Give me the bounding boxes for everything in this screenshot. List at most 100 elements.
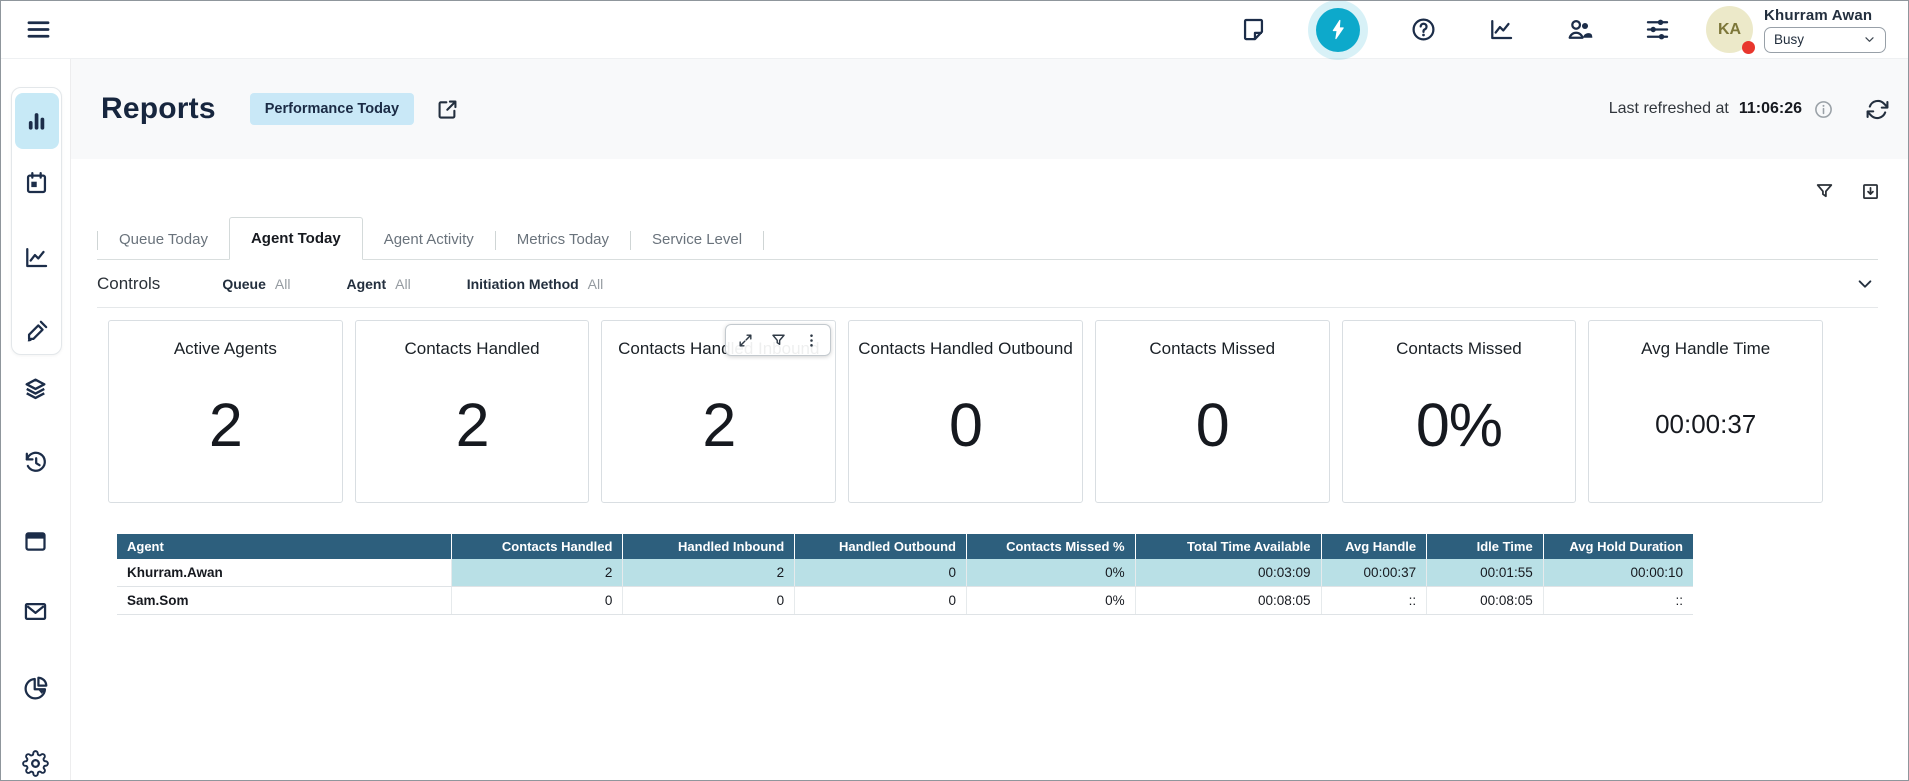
bolt-button[interactable] <box>1316 8 1360 52</box>
note-button[interactable] <box>1238 15 1268 45</box>
kpi-hover-toolbar <box>725 324 831 356</box>
line-chart-icon <box>1488 16 1515 43</box>
kpi-card-4[interactable]: Contacts Missed 0 <box>1095 320 1330 503</box>
filter-agent[interactable]: Agent All <box>346 276 410 292</box>
refresh-button[interactable] <box>1862 94 1892 124</box>
gear-icon <box>22 750 49 777</box>
menu-button[interactable] <box>23 15 53 45</box>
kpi-expand-button[interactable] <box>736 331 754 349</box>
filter-icon <box>1814 181 1835 202</box>
kpi-card-5[interactable]: Contacts Missed 0% <box>1342 320 1577 503</box>
kpi-value: 0 <box>849 359 1082 502</box>
column-header[interactable]: Agent <box>117 534 451 559</box>
metric-cell: 00:08:05 <box>1135 587 1321 615</box>
help-button[interactable] <box>1408 15 1438 45</box>
line-chart-button[interactable] <box>1486 15 1516 45</box>
column-header[interactable]: Handled Outbound <box>795 534 967 559</box>
metric-cell: 0 <box>623 587 795 615</box>
metric-cell: 0 <box>451 587 623 615</box>
kpi-card-1[interactable]: Contacts Handled 2 <box>355 320 590 503</box>
kpi-card-3[interactable]: Contacts Handled Outbound 0 <box>848 320 1083 503</box>
column-header[interactable]: Handled Inbound <box>623 534 795 559</box>
mail-icon <box>22 598 49 625</box>
dashboard-badge: Performance Today <box>250 93 414 125</box>
sidebar-item-calendar[interactable] <box>15 161 59 205</box>
sidebar-item-history[interactable] <box>14 440 58 484</box>
controls-collapse-button[interactable] <box>1852 271 1878 297</box>
kpi-filter-button[interactable] <box>769 331 787 349</box>
metric-cell: 2 <box>623 559 795 587</box>
controls-title: Controls <box>97 274 160 294</box>
sliders-button[interactable] <box>1642 15 1672 45</box>
chevron-down-icon <box>1855 274 1875 294</box>
topbar-actions: KA Khurram Awan Busy <box>1238 6 1886 53</box>
sidebar-item-layers[interactable] <box>14 366 58 410</box>
table-header-row: AgentContacts HandledHandled InboundHand… <box>117 534 1693 559</box>
metric-cell: :: <box>1321 587 1427 615</box>
page-header: Reports Performance Today Last refreshed… <box>71 59 1908 159</box>
sidebar-item-gear[interactable] <box>14 741 58 781</box>
sidebar-item-pie-chart[interactable] <box>14 666 58 710</box>
download-icon <box>1860 181 1881 202</box>
column-header[interactable]: Contacts Handled <box>451 534 623 559</box>
user-name: Khurram Awan <box>1764 7 1886 24</box>
kpi-title: Contacts Handled <box>356 339 589 359</box>
avatar[interactable]: KA <box>1706 6 1753 53</box>
calendar-icon <box>23 170 50 197</box>
status-value: Busy <box>1774 32 1804 47</box>
kpi-kebab-button[interactable] <box>802 331 820 349</box>
kpi-title: Avg Handle Time <box>1589 339 1822 359</box>
filter-icon <box>770 332 787 349</box>
tab-agent-activity[interactable]: Agent Activity <box>363 222 495 259</box>
tab-metrics-today[interactable]: Metrics Today <box>496 222 630 259</box>
column-header[interactable]: Contacts Missed % <box>966 534 1135 559</box>
tab-service-level[interactable]: Service Level <box>631 222 763 259</box>
kpi-card-2[interactable]: Contacts Handled Inbound 2 <box>601 320 836 503</box>
controls-filters: Queue All Agent All Initiation Method Al… <box>222 276 603 292</box>
column-header[interactable]: Avg Hold Duration <box>1543 534 1693 559</box>
page-title: Reports <box>101 92 216 126</box>
filter-queue[interactable]: Queue All <box>222 276 290 292</box>
tab-queue-today[interactable]: Queue Today <box>98 222 229 259</box>
sidebar-item-bar-chart[interactable] <box>15 93 59 149</box>
kpi-card-0[interactable]: Active Agents 2 <box>108 320 343 503</box>
sidebar-item-line-chart[interactable] <box>15 235 59 279</box>
user-meta: Khurram Awan Busy <box>1764 7 1886 53</box>
history-icon <box>22 449 49 476</box>
column-header[interactable]: Idle Time <box>1427 534 1544 559</box>
window-icon <box>22 528 49 555</box>
metric-cell: 0% <box>966 559 1135 587</box>
kpi-value: 0% <box>1343 359 1576 502</box>
open-external-button[interactable] <box>433 95 461 123</box>
filter-initiation-method[interactable]: Initiation Method All <box>467 276 604 292</box>
refresh-info-button[interactable] <box>1812 98 1834 120</box>
kebab-icon <box>803 332 820 349</box>
line-chart-icon <box>23 244 50 271</box>
report-filter-button[interactable] <box>1812 179 1836 203</box>
sidebar-item-design[interactable] <box>15 309 59 353</box>
table-row[interactable]: Sam.Som0000%00:08:05::00:08:05:: <box>117 587 1693 615</box>
status-select[interactable]: Busy <box>1764 27 1886 53</box>
last-refreshed-label: Last refreshed at <box>1609 100 1729 118</box>
column-header[interactable]: Avg Handle <box>1321 534 1427 559</box>
sidebar-item-window[interactable] <box>14 519 58 563</box>
report-tabs: Queue TodayAgent TodayAgent ActivityMetr… <box>97 223 1878 260</box>
kpi-title: Active Agents <box>109 339 342 359</box>
kpi-value: 2 <box>356 359 589 502</box>
report-download-button[interactable] <box>1858 179 1882 203</box>
report-tools <box>1812 179 1882 203</box>
refresh-icon <box>1865 97 1890 122</box>
sidebar-item-mail[interactable] <box>14 589 58 633</box>
filter-value: All <box>395 276 411 292</box>
kpi-card-6[interactable]: Avg Handle Time 00:00:37 <box>1588 320 1823 503</box>
table-row[interactable]: Khurram.Awan2200%00:03:0900:00:3700:01:5… <box>117 559 1693 587</box>
top-bar: KA Khurram Awan Busy <box>1 1 1908 59</box>
metric-cell: 00:08:05 <box>1427 587 1544 615</box>
tab-agent-today[interactable]: Agent Today <box>229 217 363 260</box>
left-sidebar <box>1 59 71 780</box>
users-button[interactable] <box>1564 15 1594 45</box>
column-header[interactable]: Total Time Available <box>1135 534 1321 559</box>
metric-cell: 2 <box>451 559 623 587</box>
filter-value: All <box>588 276 604 292</box>
users-icon <box>1566 16 1593 43</box>
